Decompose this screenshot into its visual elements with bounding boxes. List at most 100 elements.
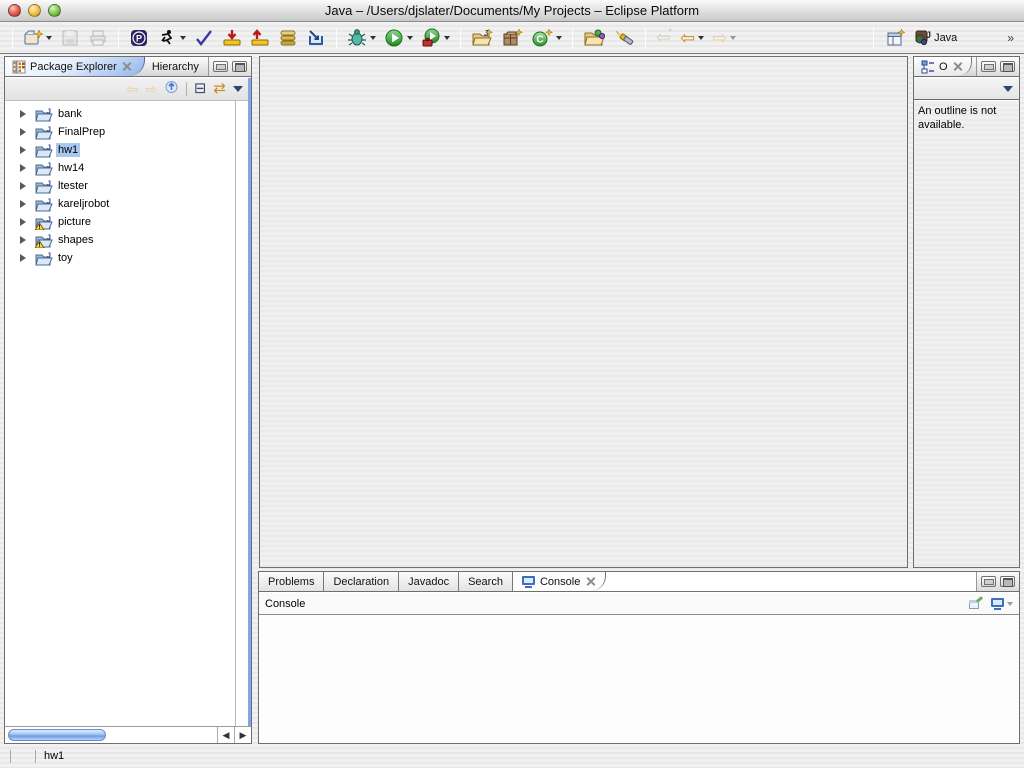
vertical-scrollbar[interactable]: [235, 101, 248, 726]
expander-icon[interactable]: [20, 110, 26, 118]
link-with-editor-icon[interactable]: ⇄: [213, 82, 226, 96]
tree-item[interactable]: J ! picture: [5, 213, 235, 231]
tree-item-label[interactable]: hw1: [56, 143, 80, 157]
bottom-tab[interactable]: Search: [459, 572, 513, 591]
zoom-window-button[interactable]: [48, 4, 61, 17]
expander-icon[interactable]: [20, 146, 26, 154]
editor-area[interactable]: [259, 56, 908, 568]
project-tree: J ! bank: [5, 101, 235, 726]
expander-icon[interactable]: [20, 254, 26, 262]
back-button[interactable]: ⇦: [678, 28, 706, 48]
close-icon[interactable]: [586, 577, 595, 586]
minimize-view-button[interactable]: [981, 576, 996, 587]
debug-button[interactable]: [345, 27, 378, 49]
toolbar-separator: [873, 27, 874, 49]
tree-item[interactable]: J ! FinalPrep: [5, 123, 235, 141]
bottom-tab-row: Problems Declaration Javadoc: [259, 572, 1019, 592]
tree-item[interactable]: J ! shapes: [5, 231, 235, 249]
open-console-button[interactable]: [991, 598, 1013, 610]
expander-icon[interactable]: [20, 200, 26, 208]
run-external-tools-button[interactable]: [419, 27, 452, 49]
dropdown-arrow-icon[interactable]: [407, 36, 413, 40]
tree-item-label[interactable]: bank: [56, 107, 84, 121]
perspective-overflow-button[interactable]: »: [1007, 31, 1014, 45]
dropdown-arrow-icon[interactable]: [46, 36, 52, 40]
bottom-tab-label: Problems: [268, 576, 314, 588]
pin-console-icon[interactable]: [969, 598, 983, 610]
scrollbar-thumb[interactable]: [8, 729, 106, 741]
open-perspective-icon: [886, 28, 906, 48]
bottom-tab-label: Javadoc: [408, 576, 449, 588]
expander-icon[interactable]: [20, 218, 26, 226]
print-button: [86, 27, 110, 49]
search-button[interactable]: [611, 27, 637, 49]
run-external-tools-icon: [421, 28, 441, 48]
check-button[interactable]: [192, 27, 216, 49]
export-button[interactable]: [248, 27, 272, 49]
dropdown-arrow-icon[interactable]: [370, 36, 376, 40]
new-class-button[interactable]: C: [529, 27, 564, 49]
tree-item-label[interactable]: FinalPrep: [56, 125, 107, 139]
new-java-project-button[interactable]: J: [469, 27, 495, 49]
new-package-button[interactable]: [499, 27, 525, 49]
deploy-button[interactable]: [304, 27, 328, 49]
close-icon[interactable]: [954, 62, 963, 71]
import-button[interactable]: [220, 27, 244, 49]
dropdown-arrow-icon[interactable]: [556, 36, 562, 40]
expander-icon[interactable]: [20, 182, 26, 190]
minimize-view-button[interactable]: [213, 61, 228, 72]
scroll-right-button[interactable]: ▶: [234, 727, 251, 743]
bottom-tab[interactable]: Javadoc: [399, 572, 459, 591]
close-window-button[interactable]: [8, 4, 21, 17]
tab-package-explorer[interactable]: Package Explorer: [5, 57, 145, 76]
tab-outline[interactable]: O: [914, 57, 972, 76]
console-toolbar: [969, 598, 1013, 610]
collapse-all-icon[interactable]: ⊟: [194, 82, 207, 96]
external-tools-button[interactable]: [155, 27, 188, 49]
tree-item[interactable]: J ! kareljrobot: [5, 195, 235, 213]
close-icon[interactable]: [123, 62, 132, 71]
minimize-window-button[interactable]: [28, 4, 41, 17]
expander-icon[interactable]: [20, 128, 26, 136]
build-button[interactable]: [276, 27, 300, 49]
tree-item-label[interactable]: hw14: [56, 161, 86, 175]
bottom-tab[interactable]: Problems: [259, 572, 324, 591]
console-output[interactable]: [259, 616, 1019, 743]
view-menu-icon[interactable]: [1003, 86, 1013, 92]
tree-item-label[interactable]: kareljrobot: [56, 197, 111, 211]
tree-item[interactable]: J ! ltester: [5, 177, 235, 195]
maximize-view-button[interactable]: [1000, 576, 1015, 587]
scroll-left-button[interactable]: ◀: [217, 727, 234, 743]
expander-icon[interactable]: [20, 236, 26, 244]
open-type-button[interactable]: [581, 27, 607, 49]
dropdown-arrow-icon[interactable]: [444, 36, 450, 40]
view-menu-icon[interactable]: [233, 86, 243, 92]
tree-item-label[interactable]: toy: [56, 251, 75, 265]
plugin-button[interactable]: P: [127, 27, 151, 49]
tree-item[interactable]: J ! bank: [5, 105, 235, 123]
new-java-project-icon: J: [471, 28, 493, 48]
go-up-icon[interactable]: [164, 79, 179, 99]
tab-hierarchy[interactable]: Hierarchy: [145, 57, 206, 76]
expander-icon[interactable]: [20, 164, 26, 172]
bottom-tab-label: Console: [540, 576, 580, 588]
maximize-view-button[interactable]: [1000, 61, 1015, 72]
tree-item[interactable]: J ! hw14: [5, 159, 235, 177]
new-wizard-button[interactable]: [21, 27, 54, 49]
java-perspective-button[interactable]: J Java: [912, 28, 959, 48]
tree-item-label[interactable]: shapes: [56, 233, 95, 247]
bottom-tab[interactable]: Declaration: [324, 572, 399, 591]
dropdown-arrow-icon[interactable]: [180, 36, 186, 40]
bottom-tab[interactable]: Console: [513, 572, 606, 591]
run-button[interactable]: [382, 27, 415, 49]
tree-item[interactable]: J ! hw1: [5, 141, 235, 159]
maximize-view-button[interactable]: [232, 61, 247, 72]
horizontal-scrollbar[interactable]: ◀ ▶: [5, 726, 251, 743]
open-perspective-button[interactable]: [884, 27, 908, 49]
dropdown-arrow-icon[interactable]: [698, 36, 704, 40]
minimize-view-button[interactable]: [981, 61, 996, 72]
tree-item-label[interactable]: ltester: [56, 179, 90, 193]
dropdown-arrow-icon[interactable]: [1007, 602, 1013, 606]
tree-item[interactable]: J ! toy: [5, 249, 235, 267]
tree-item-label[interactable]: picture: [56, 215, 93, 229]
